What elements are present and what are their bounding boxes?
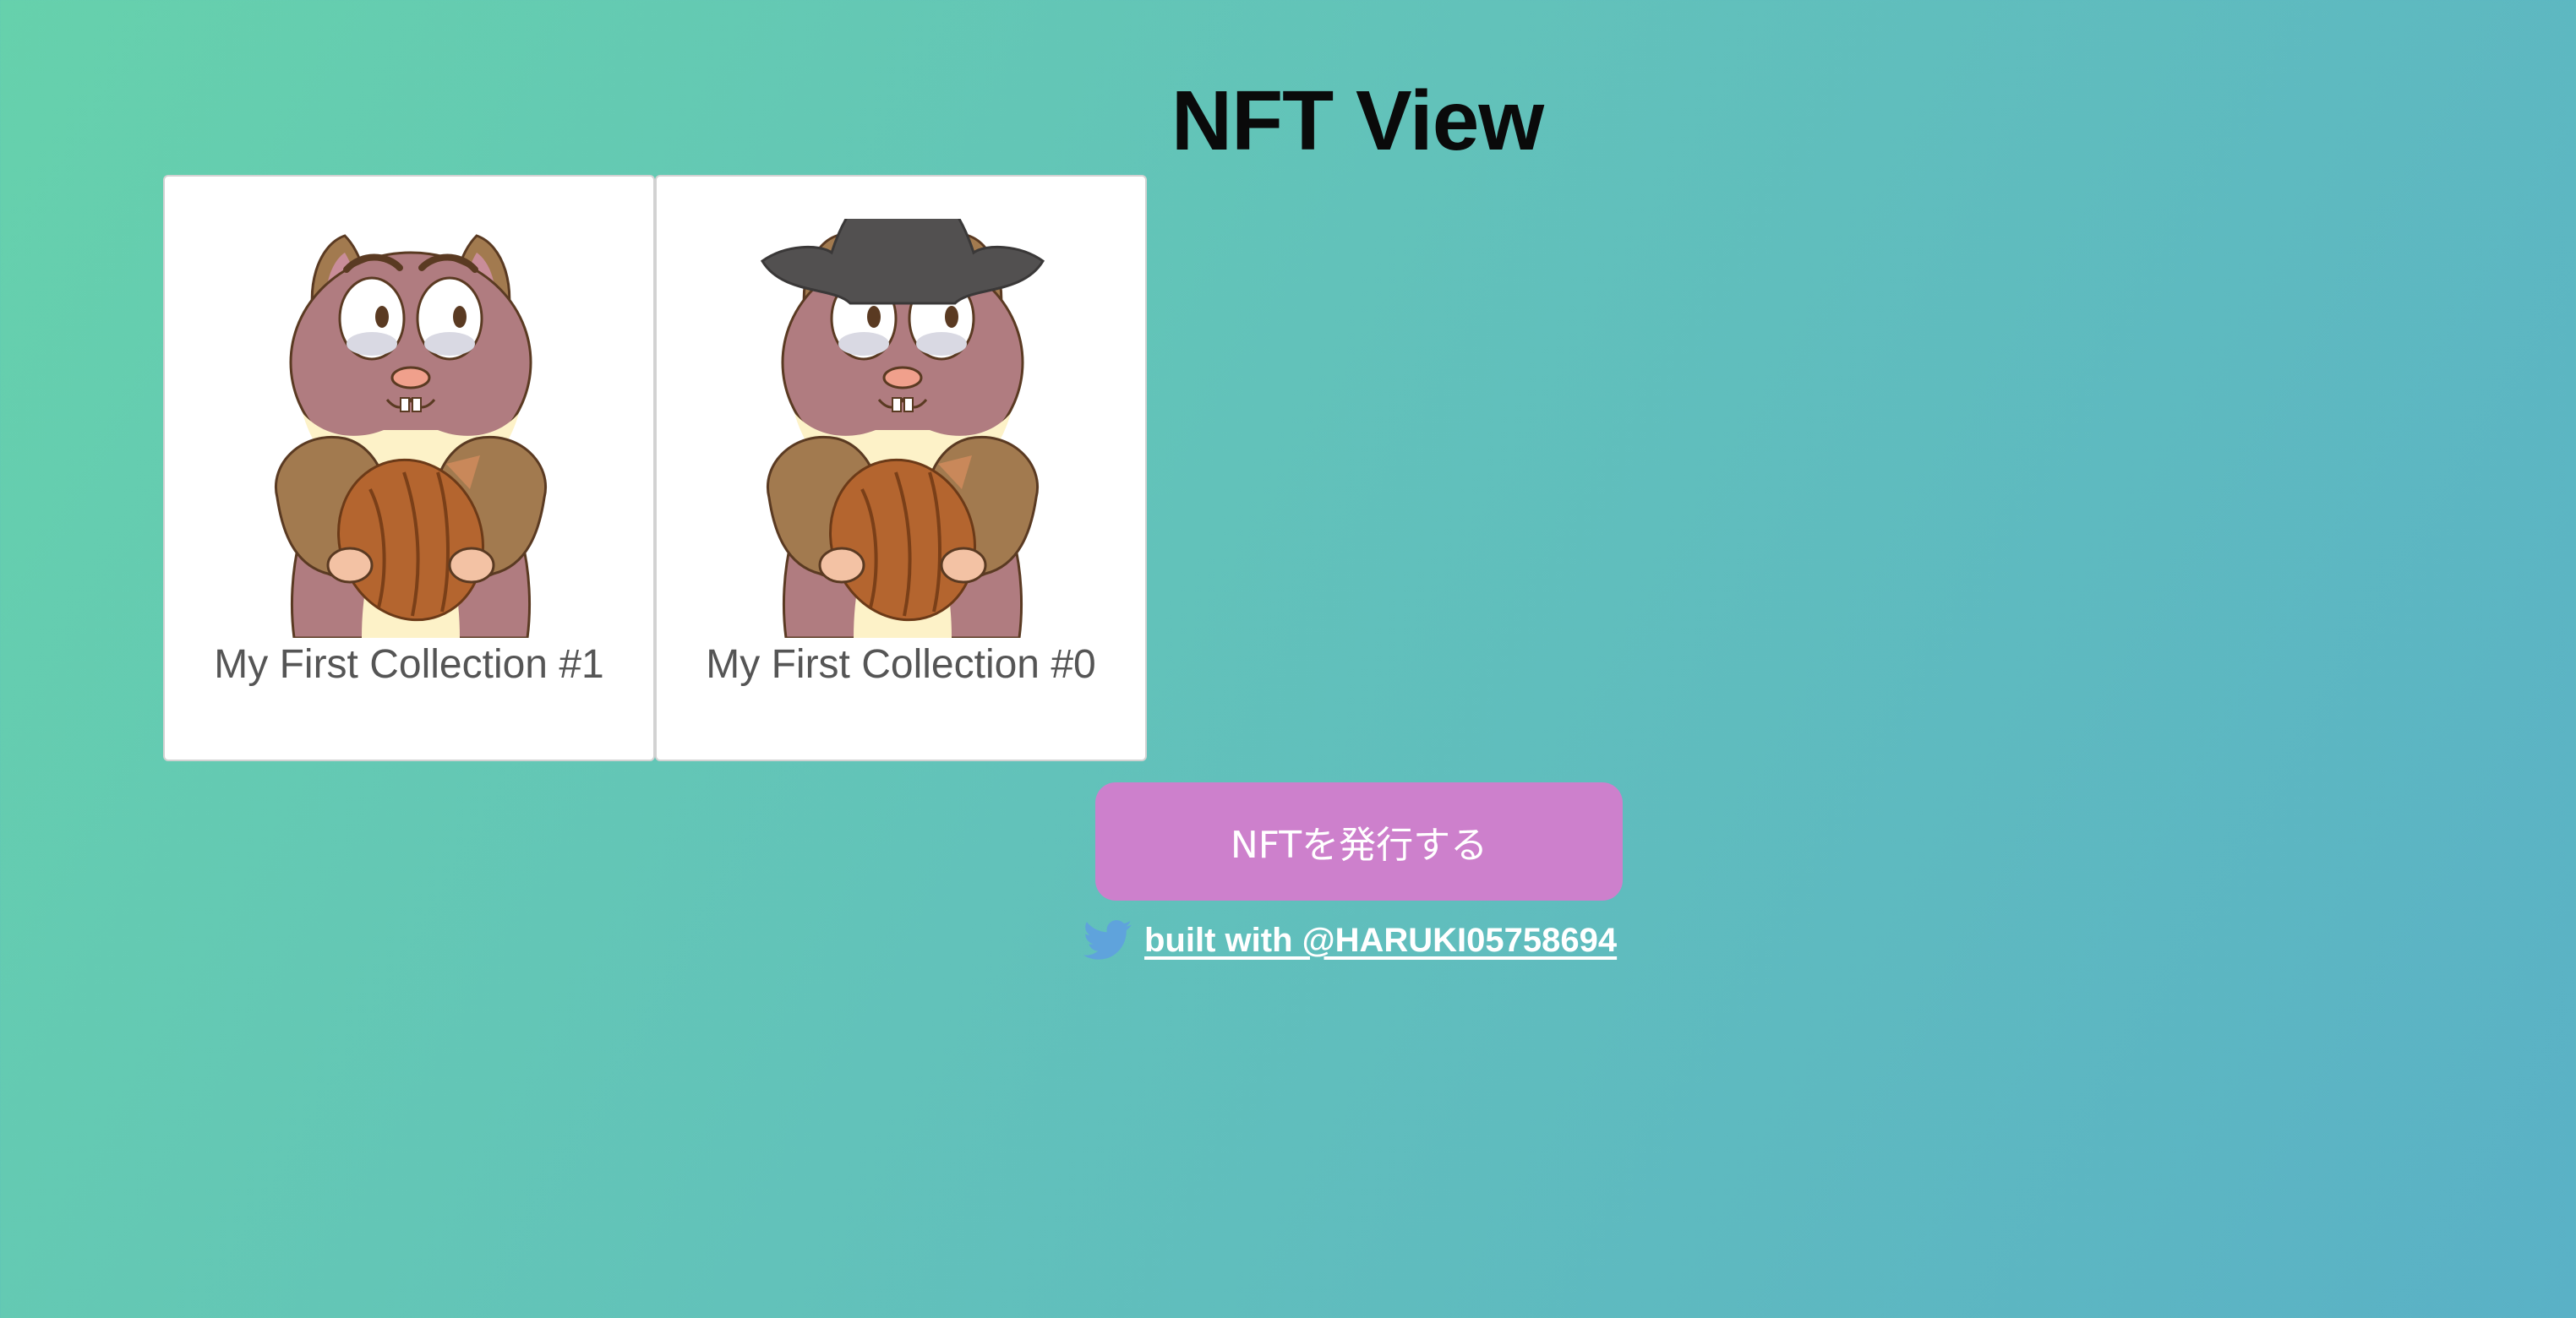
squirrel-pirate-nft-image: [761, 219, 1045, 638]
footer: built with @HARUKI05758694: [1083, 914, 1617, 967]
mint-nft-button[interactable]: NFTを発行する: [1095, 782, 1623, 901]
twitter-profile-link[interactable]: built with @HARUKI05758694: [1144, 922, 1617, 960]
page-title: NFT View: [1171, 74, 1544, 168]
squirrel-nft-image: [269, 219, 553, 638]
nft-card-title: My First Collection #1: [214, 642, 604, 687]
nft-gallery: My First Collection #1 My First Collecti…: [163, 175, 1147, 761]
nft-card[interactable]: My First Collection #0: [655, 175, 1147, 761]
twitter-icon: [1083, 920, 1132, 960]
nft-card-title: My First Collection #0: [706, 642, 1096, 687]
nft-card[interactable]: My First Collection #1: [163, 175, 655, 761]
